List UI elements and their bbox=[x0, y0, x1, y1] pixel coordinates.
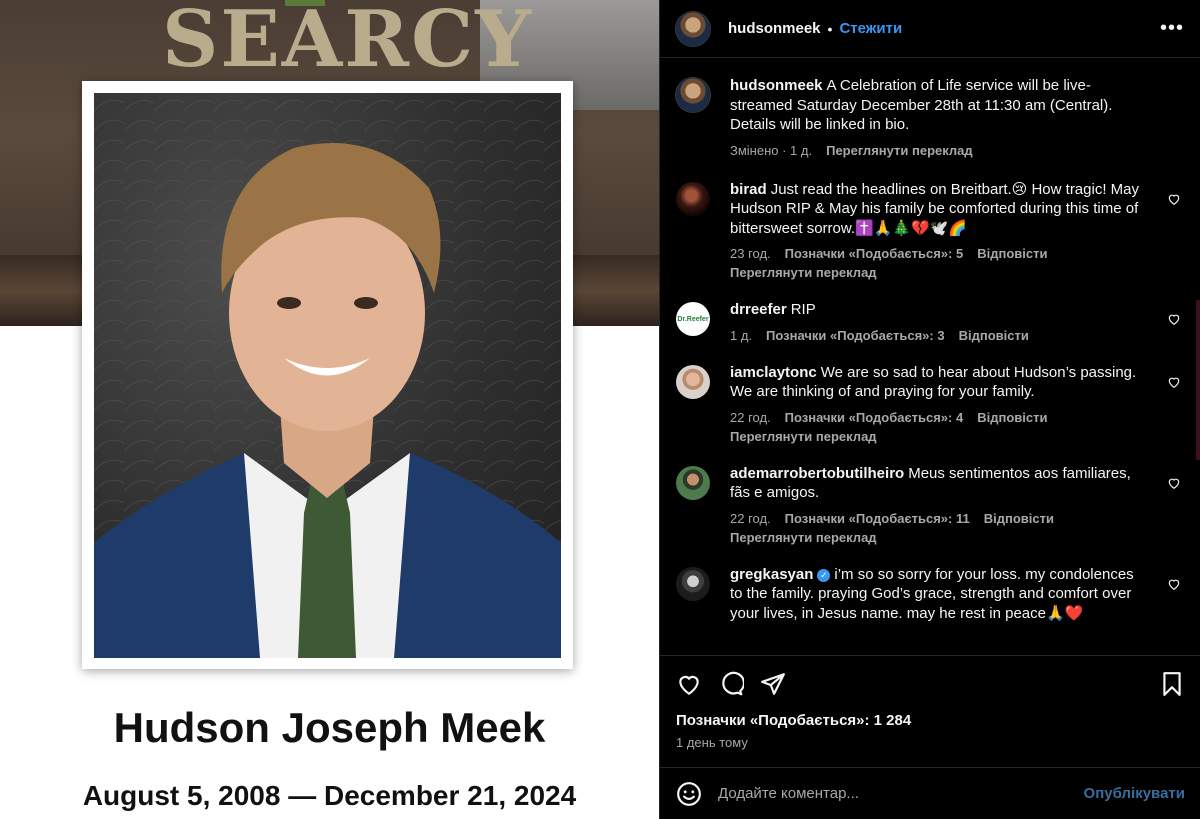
comment-time[interactable]: 23 год. bbox=[730, 246, 771, 261]
comment-text: Just read the headlines on Breitbart.😢 H… bbox=[730, 180, 1140, 237]
scrollbar[interactable] bbox=[1196, 300, 1200, 460]
avatar[interactable] bbox=[676, 11, 710, 46]
portrait-photo bbox=[94, 93, 561, 658]
like-heart-icon[interactable] bbox=[676, 671, 702, 697]
more-options-icon[interactable]: ••• bbox=[1160, 17, 1184, 40]
post-header: hudsonmeek • Стежити ••• bbox=[660, 0, 1200, 58]
photo-frame bbox=[82, 81, 573, 669]
post-sidebar: hudsonmeek • Стежити ••• hudsonmeek A Cel… bbox=[659, 0, 1200, 819]
avatar[interactable] bbox=[676, 364, 710, 399]
verified-badge-icon: ✓ bbox=[817, 568, 831, 582]
comment-likes[interactable]: Позначки «Подобається»: 11 bbox=[785, 511, 970, 526]
comment-item: Dr.Reefer drreefer RIP 1 д. Позначки «Подо… bbox=[676, 300, 1185, 343]
likes-count[interactable]: Позначки «Подобається»: 1 284 bbox=[660, 712, 1200, 729]
heart-icon[interactable] bbox=[1167, 192, 1181, 206]
brand-text: SEARCY bbox=[162, 0, 533, 85]
posted-time[interactable]: 1 день тому bbox=[660, 735, 1200, 750]
comment-username[interactable]: gregkasyan bbox=[730, 566, 813, 583]
comment-username[interactable]: iamclaytonc bbox=[730, 364, 817, 381]
heart-icon[interactable] bbox=[1167, 577, 1181, 591]
translate-link[interactable]: Переглянути переклад bbox=[730, 265, 1150, 280]
comment-time[interactable]: 1 д. bbox=[730, 328, 752, 343]
comment-likes[interactable]: Позначки «Подобається»: 4 bbox=[785, 410, 964, 425]
comment-item: gregkasyan ✓ i’m so so sorry for your loss… bbox=[676, 565, 1185, 624]
bookmark-icon[interactable] bbox=[1159, 671, 1185, 697]
reply-button[interactable]: Відповісти bbox=[977, 246, 1047, 261]
avatar[interactable]: Dr.Reefer bbox=[676, 302, 710, 336]
reply-button[interactable]: Відповісти bbox=[977, 410, 1047, 425]
comment-item: birad Just read the headlines on Breitbar… bbox=[676, 180, 1185, 280]
avatar[interactable] bbox=[676, 566, 710, 601]
heart-icon[interactable] bbox=[1167, 375, 1181, 389]
comment-text: RIP bbox=[790, 301, 816, 318]
follow-button[interactable]: Стежити bbox=[839, 20, 902, 37]
post-image[interactable]: SEARCY Hudson Joseph Meek August 5, 2008… bbox=[0, 0, 659, 819]
caption-edited: Змінено · 1 д. bbox=[730, 142, 813, 158]
emoji-icon[interactable] bbox=[676, 781, 702, 807]
comment-username[interactable]: ademarrobertobutilheiro bbox=[730, 465, 904, 482]
comment-item: ademarrobertobutilheiro Meus sentimentos … bbox=[676, 464, 1185, 545]
comment-icon[interactable] bbox=[718, 671, 744, 697]
avatar[interactable] bbox=[676, 181, 710, 216]
publish-button[interactable]: Опублікувати bbox=[1084, 785, 1185, 802]
caption-username[interactable]: hudsonmeek bbox=[730, 77, 823, 94]
comment-time[interactable]: 22 год. bbox=[730, 410, 771, 425]
translate-link[interactable]: Переглянути переклад bbox=[730, 429, 1150, 444]
comment-time[interactable]: 22 год. bbox=[730, 511, 771, 526]
avatar-logo-text: Dr.Reefer bbox=[677, 315, 709, 323]
post-actions: Позначки «Подобається»: 1 284 1 день том… bbox=[660, 655, 1200, 819]
avatar[interactable] bbox=[676, 78, 710, 112]
comments-list[interactable]: hudsonmeek A Celebration of Life service … bbox=[660, 58, 1200, 655]
caption: hudsonmeek A Celebration of Life service … bbox=[676, 76, 1185, 158]
comment-input[interactable] bbox=[718, 785, 1084, 802]
memorial-name: Hudson Joseph Meek bbox=[113, 704, 546, 751]
comment-likes[interactable]: Позначки «Подобається»: 3 bbox=[766, 328, 945, 343]
heart-icon[interactable] bbox=[1167, 476, 1181, 490]
reply-button[interactable]: Відповісти bbox=[959, 328, 1029, 343]
comment-username[interactable]: drreefer bbox=[730, 301, 787, 318]
comment-username[interactable]: birad bbox=[730, 181, 767, 198]
header-username[interactable]: hudsonmeek bbox=[728, 20, 821, 37]
reply-button[interactable]: Відповісти bbox=[984, 511, 1054, 526]
share-icon[interactable] bbox=[760, 671, 786, 697]
translate-link[interactable]: Переглянути переклад bbox=[730, 530, 1150, 545]
comment-composer: Опублікувати bbox=[660, 767, 1200, 819]
comment-item: iamclaytonc We are so sad to hear about H… bbox=[676, 363, 1185, 444]
comment-likes[interactable]: Позначки «Подобається»: 5 bbox=[785, 246, 964, 261]
avatar[interactable] bbox=[676, 465, 710, 500]
memorial-dates: August 5, 2008 — December 21, 2024 bbox=[82, 780, 577, 811]
separator-dot: • bbox=[827, 20, 833, 37]
heart-icon[interactable] bbox=[1167, 312, 1181, 326]
translate-link[interactable]: Переглянути переклад bbox=[826, 143, 973, 158]
